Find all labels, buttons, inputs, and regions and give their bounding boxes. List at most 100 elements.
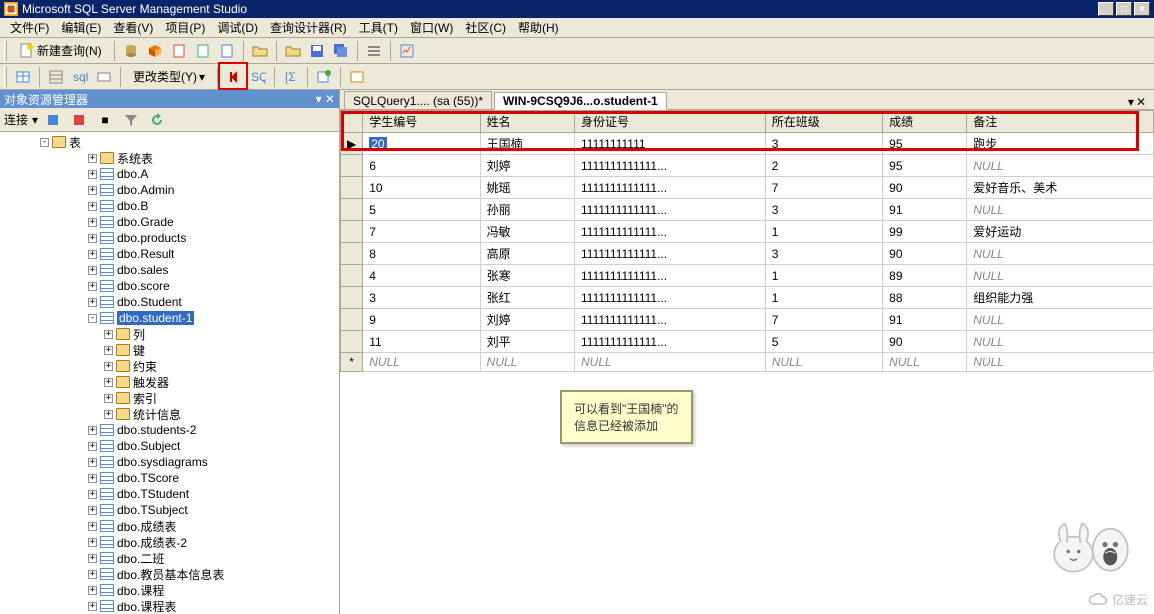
data-cell[interactable]: 王国楠 — [480, 133, 574, 155]
data-cell[interactable]: 5 — [363, 199, 480, 221]
tab-close-icon[interactable]: ✕ — [1136, 95, 1146, 109]
col-header[interactable]: 所在班级 — [765, 111, 882, 133]
row-header[interactable]: * — [341, 353, 363, 372]
data-cell[interactable]: 11 — [363, 331, 480, 353]
close-button[interactable]: × — [1134, 2, 1150, 16]
tree-node[interactable]: +约束 — [0, 358, 339, 374]
expander-icon[interactable]: + — [88, 282, 97, 291]
tree-node[interactable]: +键 — [0, 342, 339, 358]
tree-node[interactable]: +dbo.Subject — [0, 438, 339, 454]
data-cell[interactable]: 刘婷 — [480, 309, 574, 331]
tree-node[interactable]: +dbo.products — [0, 230, 339, 246]
tree-node[interactable]: +dbo.教员基本信息表 — [0, 566, 339, 582]
data-cell[interactable]: 1 — [765, 287, 882, 309]
data-cell[interactable]: NULL — [575, 353, 766, 372]
maximize-button[interactable]: □ — [1116, 2, 1132, 16]
data-cell[interactable]: 4 — [363, 265, 480, 287]
expander-icon[interactable]: + — [88, 442, 97, 451]
data-cell[interactable]: 1111111111111... — [575, 265, 766, 287]
tree-node[interactable]: +dbo.score — [0, 278, 339, 294]
expander-icon[interactable]: + — [88, 586, 97, 595]
col-header[interactable]: 身份证号 — [575, 111, 766, 133]
td-btn-2[interactable] — [45, 66, 67, 88]
expander-icon[interactable]: + — [88, 538, 97, 547]
data-cell[interactable]: NULL — [967, 265, 1154, 287]
data-cell[interactable]: 5 — [765, 331, 882, 353]
tree-node[interactable]: +dbo.二班 — [0, 550, 339, 566]
expander-icon[interactable]: + — [88, 458, 97, 467]
td-btn-9[interactable] — [346, 66, 368, 88]
data-cell[interactable]: 爱好音乐、美术 — [967, 177, 1154, 199]
expander-icon[interactable]: + — [88, 202, 97, 211]
tree-node[interactable]: +统计信息 — [0, 406, 339, 422]
expander-icon[interactable]: + — [88, 170, 97, 179]
row-header[interactable] — [341, 243, 363, 265]
data-cell[interactable]: 刘婷 — [480, 155, 574, 177]
expander-icon[interactable]: + — [104, 346, 113, 355]
data-cell[interactable]: 3 — [765, 199, 882, 221]
data-cell[interactable]: 1111111111111... — [575, 177, 766, 199]
col-header[interactable]: 成绩 — [883, 111, 967, 133]
tree-root[interactable]: - 表 — [0, 134, 339, 150]
tree-node[interactable]: +dbo.成绩表 — [0, 518, 339, 534]
table-row[interactable]: 6刘婷1111111111111...295NULL — [341, 155, 1154, 177]
tb-btn-3[interactable] — [168, 40, 190, 62]
data-cell[interactable]: NULL — [967, 309, 1154, 331]
data-cell[interactable]: 7 — [765, 177, 882, 199]
data-cell[interactable]: 1 — [765, 265, 882, 287]
expander-icon[interactable]: + — [88, 506, 97, 515]
table-row[interactable]: 11刘平1111111111111...590NULL — [341, 331, 1154, 353]
data-cell[interactable]: 姚瑶 — [480, 177, 574, 199]
tb-btn-10[interactable] — [363, 40, 385, 62]
menu-tools[interactable]: 工具(T) — [353, 17, 404, 38]
data-cell[interactable]: 20 — [363, 133, 480, 155]
panel-close-button[interactable]: ▾ ✕ — [316, 92, 335, 106]
data-cell[interactable]: 3 — [765, 243, 882, 265]
tree-node[interactable]: +dbo.sysdiagrams — [0, 454, 339, 470]
row-header[interactable] — [341, 155, 363, 177]
data-cell[interactable]: NULL — [967, 199, 1154, 221]
expander-icon[interactable]: + — [104, 410, 113, 419]
data-cell[interactable]: 3 — [363, 287, 480, 309]
row-header[interactable] — [341, 177, 363, 199]
data-cell[interactable]: NULL — [480, 353, 574, 372]
data-cell[interactable]: 1111111111111... — [575, 155, 766, 177]
pt-btn-1[interactable] — [42, 109, 64, 131]
data-cell[interactable]: 7 — [765, 309, 882, 331]
data-cell[interactable]: 3 — [765, 133, 882, 155]
col-header[interactable]: 学生编号 — [363, 111, 480, 133]
tb-btn-9[interactable] — [330, 40, 352, 62]
menu-view[interactable]: 查看(V) — [107, 17, 159, 38]
tree-node[interactable]: +触发器 — [0, 374, 339, 390]
tree-node[interactable]: +dbo.B — [0, 198, 339, 214]
pt-btn-3[interactable]: ■ — [94, 109, 116, 131]
row-header[interactable] — [341, 287, 363, 309]
expander-icon[interactable]: - — [40, 138, 49, 147]
expander-icon[interactable]: + — [88, 234, 97, 243]
data-cell[interactable]: 91 — [883, 309, 967, 331]
data-cell[interactable]: 组织能力强 — [967, 287, 1154, 309]
tree-node[interactable]: +dbo.TSubject — [0, 502, 339, 518]
expander-icon[interactable]: + — [88, 490, 97, 499]
change-type-button[interactable]: 更改类型(Y) ▾ — [126, 66, 212, 88]
tb-btn-5[interactable] — [216, 40, 238, 62]
expander-icon[interactable]: + — [88, 602, 97, 611]
tree-node[interactable]: +dbo.课程 — [0, 582, 339, 598]
expander-icon[interactable]: + — [104, 378, 113, 387]
col-header[interactable]: 姓名 — [480, 111, 574, 133]
tb-btn-6[interactable] — [249, 40, 271, 62]
data-cell[interactable]: NULL — [967, 243, 1154, 265]
tree-node[interactable]: +列 — [0, 326, 339, 342]
connect-dropdown-icon[interactable]: ▾ — [32, 113, 38, 127]
data-cell[interactable]: 7 — [363, 221, 480, 243]
expander-icon[interactable]: + — [104, 394, 113, 403]
minimize-button[interactable]: _ — [1098, 2, 1114, 16]
menu-help[interactable]: 帮助(H) — [512, 17, 565, 38]
tree-node[interactable]: +dbo.Grade — [0, 214, 339, 230]
data-cell[interactable]: 91 — [883, 199, 967, 221]
table-row[interactable]: 5孙丽1111111111111...391NULL — [341, 199, 1154, 221]
tree-node[interactable]: +dbo.Student — [0, 294, 339, 310]
expander-icon[interactable]: + — [88, 218, 97, 227]
table-row[interactable]: *NULLNULLNULLNULLNULLNULL — [341, 353, 1154, 372]
data-grid[interactable]: 学生编号姓名身份证号所在班级成绩备注 ▶20王国楠11111111111395跑… — [340, 110, 1154, 614]
